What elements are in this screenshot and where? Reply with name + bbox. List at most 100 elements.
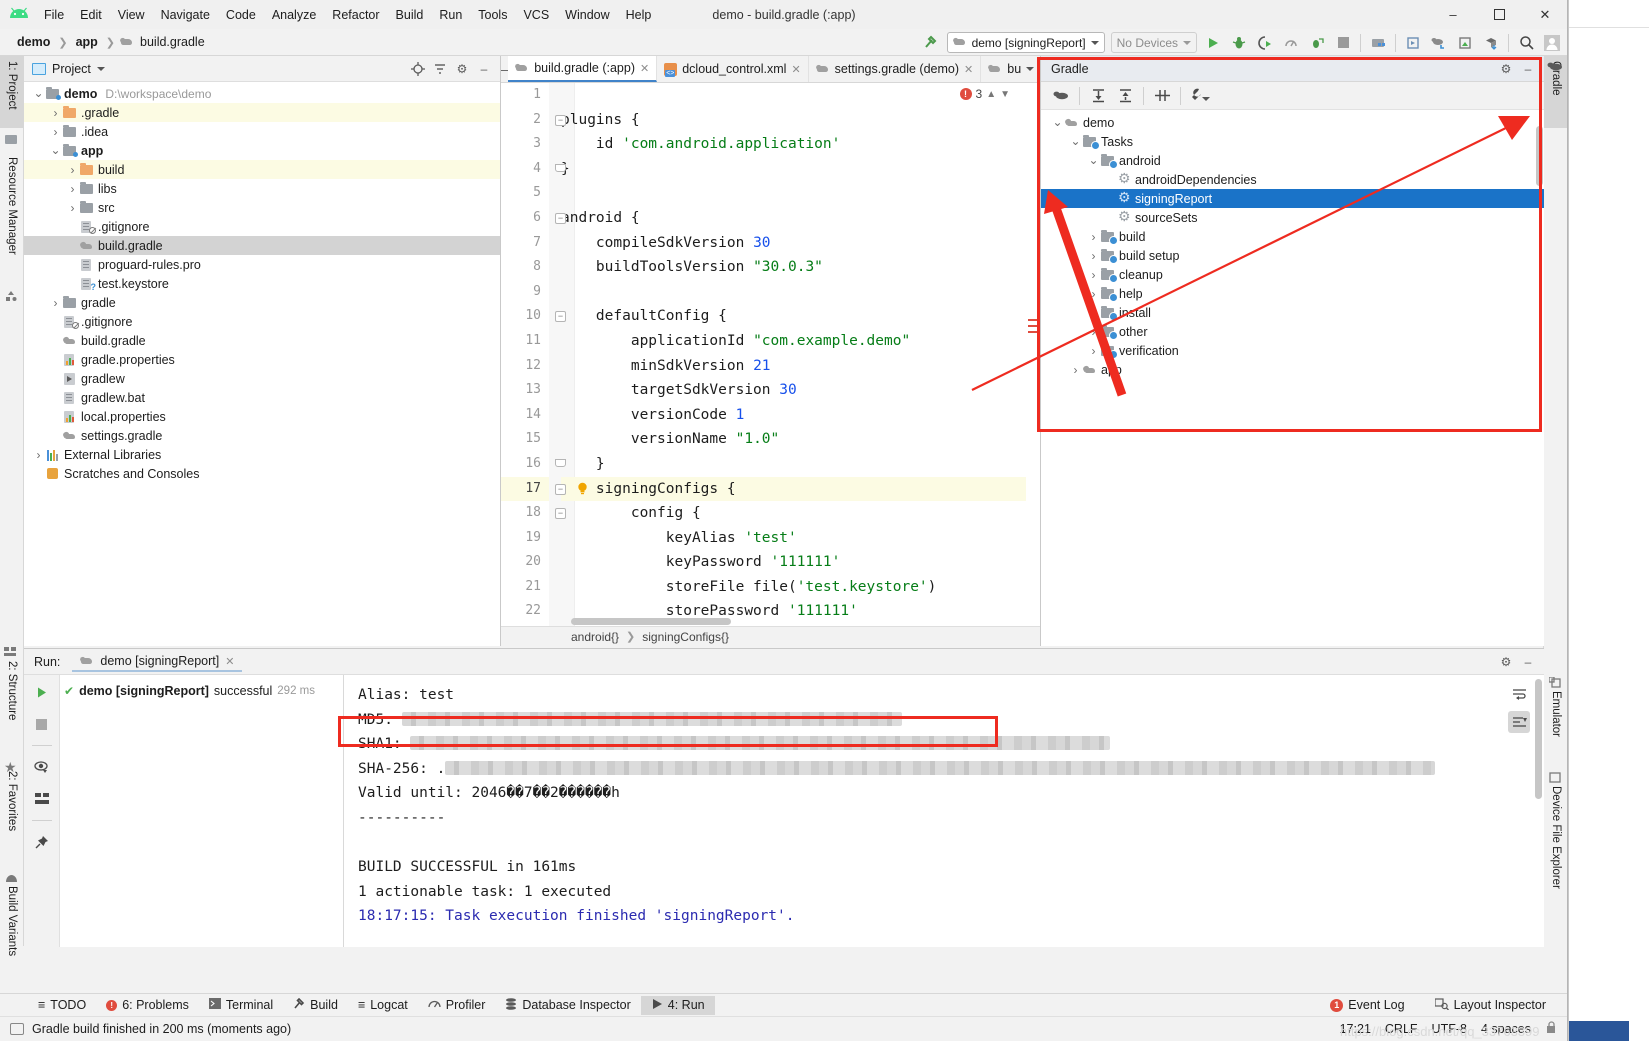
project-tree-row[interactable]: › build: [24, 160, 500, 179]
project-tree-row[interactable]: settings.gradle: [24, 426, 500, 445]
chevron-down-icon[interactable]: ⌄: [1069, 135, 1082, 147]
project-tree-row[interactable]: ⌄ demo D:\workspace\demo: [24, 84, 500, 103]
code-line[interactable]: defaultConfig {: [561, 304, 1026, 329]
chevron-right-icon[interactable]: ›: [1087, 325, 1100, 339]
code-line[interactable]: [561, 181, 1026, 206]
code-line[interactable]: }: [561, 452, 1026, 477]
fold-collapse-icon[interactable]: −: [555, 213, 566, 224]
horizontal-scrollbar[interactable]: [571, 618, 731, 625]
project-tree-row[interactable]: Scratches and Consoles: [24, 464, 500, 483]
chevron-right-icon[interactable]: ›: [49, 106, 62, 120]
project-tree-row[interactable]: ⌄ app: [24, 141, 500, 160]
layout-inspector-icon[interactable]: [1479, 32, 1503, 54]
code-line[interactable]: storeFile file('test.keystore'): [561, 575, 1026, 600]
bottom-item-run[interactable]: 4: Run: [640, 995, 715, 1015]
chevron-right-icon[interactable]: ›: [49, 296, 62, 310]
chevron-right-icon[interactable]: ›: [1069, 363, 1082, 377]
run-with-coverage-icon[interactable]: [1253, 32, 1277, 54]
bottom-item-build[interactable]: Build: [283, 996, 348, 1015]
pin-icon[interactable]: [31, 831, 53, 853]
chevron-right-icon[interactable]: ›: [1087, 268, 1100, 282]
collapse-all-icon[interactable]: [1113, 85, 1137, 107]
gradle-tree-row[interactable]: sourceSets: [1041, 208, 1544, 227]
bottom-item-logcat[interactable]: ≡ Logcat: [348, 996, 418, 1014]
tab-dcloud-control-xml[interactable]: dcloud_control.xml ✕: [657, 56, 809, 82]
breadcrumb-build-gradle[interactable]: build.gradle: [137, 34, 208, 50]
bottom-item-problems[interactable]: ! 6: Problems: [96, 996, 199, 1014]
project-tree-row[interactable]: › gradle: [24, 293, 500, 312]
menu-vcs[interactable]: VCS: [515, 5, 557, 25]
gradle-scrollbar[interactable]: [1536, 126, 1543, 186]
soft-wrap-icon[interactable]: [1508, 683, 1530, 705]
prev-error-icon[interactable]: ▲: [986, 89, 996, 100]
gradle-tree-row[interactable]: › cleanup: [1041, 265, 1544, 284]
bottom-item-terminal[interactable]: Terminal: [199, 996, 283, 1014]
sidebar-item-device-file-explorer[interactable]: Device File Explorer: [1544, 781, 1567, 931]
chevron-down-icon[interactable]: ⌄: [49, 144, 62, 156]
code-line[interactable]: config {: [561, 501, 1026, 526]
code-line[interactable]: }: [561, 157, 1026, 182]
fold-collapse-icon[interactable]: −: [555, 483, 566, 495]
project-tree-row[interactable]: build.gradle: [24, 236, 500, 255]
run-icon[interactable]: [1201, 32, 1225, 54]
source-code[interactable]: plugins { id 'com.android.application'} a…: [561, 83, 1026, 624]
next-error-icon[interactable]: ▼: [1000, 89, 1010, 100]
tab-build-gradle-app[interactable]: build.gradle (:app) ✕: [508, 56, 658, 82]
run-console-output[interactable]: Alias: test MD5: SHA1: SHA-256: . Valid un…: [344, 675, 1544, 947]
search-icon[interactable]: [1514, 32, 1538, 54]
menu-build[interactable]: Build: [388, 5, 432, 25]
gradle-tree-row[interactable]: › other: [1041, 322, 1544, 341]
close-icon[interactable]: ✕: [225, 655, 234, 668]
minimize-button[interactable]: –: [1430, 0, 1476, 29]
chevron-right-icon[interactable]: ›: [66, 182, 79, 196]
project-tree-row[interactable]: › libs: [24, 179, 500, 198]
bottom-item-database-inspector[interactable]: Database Inspector: [495, 996, 640, 1015]
breadcrumb-app[interactable]: app: [73, 34, 101, 50]
wrench-settings-icon[interactable]: [1187, 85, 1211, 107]
code-line[interactable]: signingConfigs {: [561, 476, 1026, 502]
menu-run[interactable]: Run: [431, 5, 470, 25]
chevron-right-icon[interactable]: ›: [66, 201, 79, 215]
stop-icon[interactable]: [31, 713, 53, 735]
chevron-right-icon[interactable]: ›: [1087, 287, 1100, 301]
breadcrumb-demo[interactable]: demo: [14, 34, 53, 50]
menu-view[interactable]: View: [110, 5, 153, 25]
chevron-right-icon[interactable]: ›: [1087, 249, 1100, 263]
chevron-right-icon[interactable]: ›: [32, 448, 45, 462]
background-window-sliver[interactable]: [1568, 0, 1649, 1041]
code-line[interactable]: versionCode 1: [561, 403, 1026, 428]
gradle-tree-row[interactable]: ⌄ android: [1041, 151, 1544, 170]
project-tree-row[interactable]: › .gradle: [24, 103, 500, 122]
console-vertical-scrollbar[interactable]: [1535, 679, 1542, 799]
settings-gear-icon[interactable]: ⚙: [452, 59, 472, 79]
run-tab-demo-signingreport[interactable]: demo [signingReport] ✕: [72, 651, 243, 672]
project-tree-row[interactable]: gradle.properties: [24, 350, 500, 369]
expand-icon[interactable]: [31, 788, 53, 810]
fold-collapse-icon[interactable]: −: [555, 311, 566, 323]
hide-icon[interactable]: –: [1518, 59, 1538, 79]
hide-icon[interactable]: –: [474, 59, 494, 79]
code-line[interactable]: minSdkVersion 21: [561, 354, 1026, 379]
tab-settings-gradle-demo[interactable]: settings.gradle (demo) ✕: [809, 56, 982, 82]
user-avatar-icon[interactable]: [1540, 32, 1564, 54]
project-tree-row[interactable]: local.properties: [24, 407, 500, 426]
chevron-right-icon[interactable]: ›: [49, 125, 62, 139]
close-icon[interactable]: ✕: [791, 63, 800, 76]
gradle-tree-row[interactable]: › build setup: [1041, 246, 1544, 265]
menu-file[interactable]: File: [36, 5, 72, 25]
sidebar-item-project[interactable]: 1: Project: [0, 56, 24, 128]
gradle-tree-row[interactable]: androidDependencies: [1041, 170, 1544, 189]
inspection-status[interactable]: ! 3 ▲ ▼: [959, 87, 1010, 101]
chevron-right-icon[interactable]: ›: [1087, 230, 1100, 244]
gradle-tree-row[interactable]: › app: [1041, 360, 1544, 379]
chevron-right-icon[interactable]: ›: [1087, 306, 1100, 320]
editor-hide-icon[interactable]: –: [501, 56, 508, 82]
gradle-tree-row[interactable]: › build: [1041, 227, 1544, 246]
project-tree-row[interactable]: .gitignore: [24, 312, 500, 331]
collapse-all-icon[interactable]: [430, 59, 450, 79]
chevron-down-icon[interactable]: ⌄: [32, 87, 45, 99]
close-icon[interactable]: ✕: [640, 62, 649, 75]
device-selector[interactable]: No Devices: [1110, 32, 1197, 53]
locate-icon[interactable]: [408, 59, 428, 79]
code-line[interactable]: versionName "1.0": [561, 427, 1026, 452]
